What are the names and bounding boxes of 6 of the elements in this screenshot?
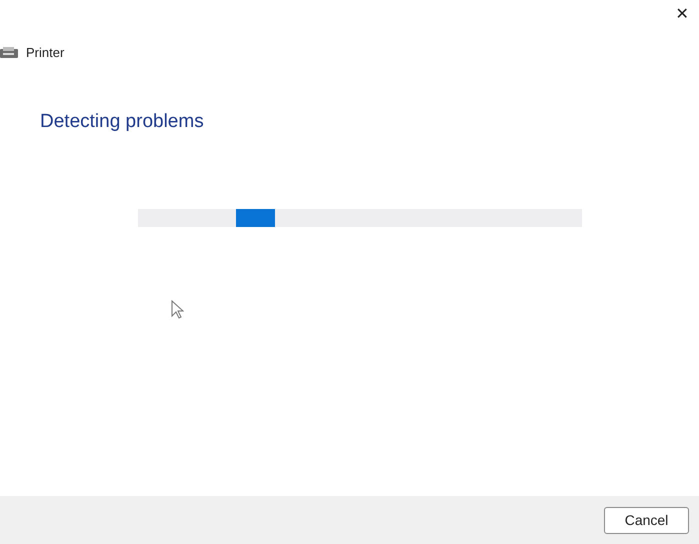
heading: Detecting problems [40,111,204,132]
printer-icon [0,47,18,59]
close-button[interactable]: ✕ [667,0,697,30]
window-title: Printer [26,44,64,62]
cancel-button[interactable]: Cancel [604,506,689,534]
cursor-icon [171,300,184,318]
